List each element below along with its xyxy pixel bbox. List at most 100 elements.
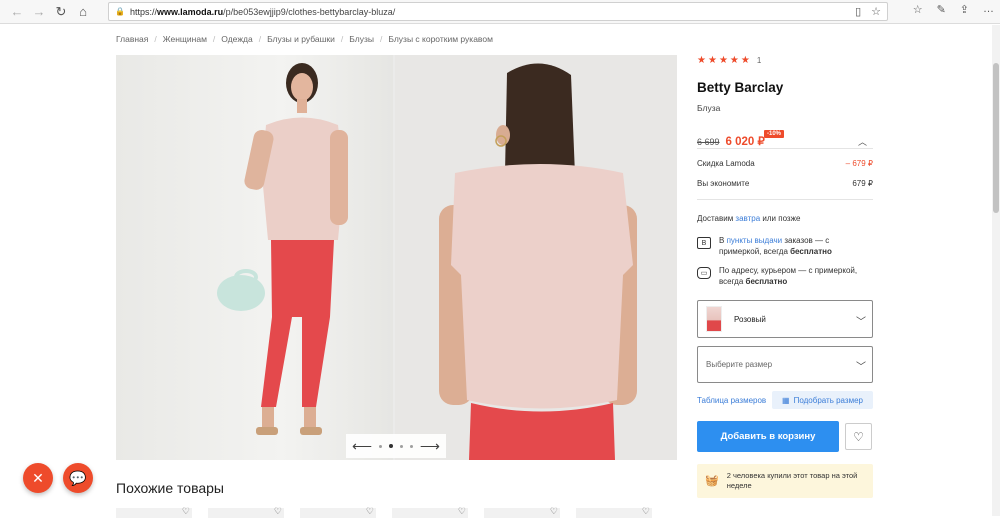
- courier-desc: По адресу, курьером — с примеркой, всегд…: [719, 266, 858, 286]
- pickup-point-icon: B: [697, 237, 711, 249]
- heart-icon[interactable]: ♡: [274, 506, 282, 517]
- bookmark-star-icon[interactable]: ☆: [871, 5, 881, 18]
- gallery-navigation: ⟵ ⟶: [346, 434, 446, 458]
- close-widget-button[interactable]: ✕: [23, 463, 53, 493]
- product-type: Блуза: [697, 103, 721, 113]
- product-gallery: ⟵ ⟶: [116, 55, 677, 460]
- chat-widget-button[interactable]: 💬: [63, 463, 93, 493]
- size-table-link[interactable]: Таблица размеров: [697, 396, 766, 405]
- share-icon[interactable]: ⇪: [960, 3, 969, 16]
- heart-icon[interactable]: ♡: [366, 506, 374, 517]
- similar-product-card[interactable]: ♡: [576, 506, 652, 518]
- url-scheme: https://: [129, 6, 157, 17]
- savings-label: Вы экономите: [697, 179, 750, 188]
- url-domain: www.lamoda.ru: [156, 6, 224, 17]
- pickup-delivery-option: B В пункты выдачи заказов — с примеркой,…: [697, 235, 873, 257]
- heart-icon[interactable]: ♡: [458, 506, 466, 517]
- url-path: /p/be053ewjjip9/clothes-bettybarclay-blu…: [223, 6, 396, 17]
- star-icon: ★: [740, 55, 750, 66]
- heart-icon[interactable]: ♡: [550, 506, 558, 517]
- price-row: 6 699 6 020 ₽: [697, 134, 765, 148]
- savings-value: 679 ₽: [852, 179, 873, 188]
- fit-size-label: Подобрать размер: [793, 395, 863, 405]
- home-icon[interactable]: ⌂: [72, 1, 94, 23]
- chevron-up-icon[interactable]: ︿: [858, 135, 867, 148]
- gallery-next-arrow-icon[interactable]: ⟶: [420, 438, 440, 455]
- similar-product-card[interactable]: ♡: [116, 506, 192, 518]
- size-placeholder: Выберите размер: [706, 360, 773, 369]
- forward-arrow-icon[interactable]: →: [28, 1, 50, 23]
- gallery-dot[interactable]: [400, 444, 403, 448]
- chevron-down-icon: ﹀: [856, 317, 866, 328]
- chat-icon: 💬: [69, 469, 87, 486]
- pickup-free: бесплатно: [790, 247, 832, 256]
- favorites-icon[interactable]: ☆: [913, 3, 923, 16]
- similar-product-card[interactable]: ♡: [484, 506, 560, 518]
- similar-products-title: Похожие товары: [116, 480, 224, 496]
- chevron-down-icon: ﹀: [856, 362, 866, 373]
- car-icon: ▭: [697, 267, 711, 279]
- gallery-dot-active[interactable]: [389, 444, 393, 448]
- product-photo-front[interactable]: [116, 55, 393, 460]
- similar-product-card[interactable]: ♡: [392, 506, 468, 518]
- pickup-points-link[interactable]: пункты выдачи: [727, 236, 783, 245]
- lock-icon: 🔒: [115, 7, 125, 16]
- pickup-text: В пункты выдачи заказов — с примеркой, в…: [719, 235, 873, 257]
- page-scrollbar[interactable]: [992, 25, 1000, 516]
- gallery-dot[interactable]: [379, 444, 382, 448]
- old-price: 6 699: [697, 137, 720, 147]
- color-thumbnail: [706, 306, 722, 332]
- star-icon: ★: [729, 55, 739, 66]
- gallery-dot[interactable]: [410, 444, 413, 448]
- star-icon: ★: [718, 55, 728, 66]
- product-brand[interactable]: Betty Barclay: [697, 80, 783, 95]
- breadcrumb-separator: /: [379, 34, 383, 44]
- breadcrumb-separator: /: [154, 34, 157, 44]
- divider: [697, 148, 873, 149]
- pickup-prefix: В: [719, 236, 727, 245]
- delivery-heading: Доставим завтра или позже: [697, 214, 800, 223]
- color-value: Розовый: [734, 314, 766, 324]
- breadcrumb-separator: /: [340, 34, 344, 44]
- breadcrumb-clothing[interactable]: Одежда: [221, 34, 252, 44]
- discount-line: Скидка Lamoda – 679 ₽: [697, 159, 873, 168]
- browser-toolbar: ← → ↻ ⌂ 🔒 https:// www.lamoda.ru /p/be05…: [0, 0, 1000, 24]
- product-rating[interactable]: ★ ★ ★ ★ ★ 1: [697, 55, 761, 66]
- similar-product-card[interactable]: ♡: [208, 506, 284, 518]
- similar-product-card[interactable]: ♡: [300, 506, 376, 518]
- breadcrumb-separator: /: [258, 34, 262, 44]
- similar-products-row: ♡ ♡ ♡ ♡ ♡ ♡: [116, 506, 652, 518]
- rating-count: 1: [756, 56, 762, 65]
- pen-icon[interactable]: ✎: [937, 3, 946, 16]
- product-photo-back[interactable]: [395, 55, 677, 460]
- size-select[interactable]: Выберите размер ﹀: [697, 346, 873, 383]
- reading-view-icon[interactable]: ▯: [855, 5, 861, 18]
- breadcrumb-short-sleeve[interactable]: Блузы с коротким рукавом: [388, 34, 493, 44]
- gallery-prev-arrow-icon[interactable]: ⟵: [352, 438, 372, 455]
- current-price: 6 020 ₽: [725, 136, 765, 148]
- breadcrumb-home[interactable]: Главная: [116, 34, 148, 44]
- back-arrow-icon[interactable]: ←: [6, 1, 28, 23]
- heart-icon[interactable]: ♡: [182, 506, 190, 517]
- fit-size-button[interactable]: ▦ Подобрать размер: [772, 391, 873, 409]
- color-select[interactable]: Розовый ﹀: [697, 300, 873, 338]
- address-bar[interactable]: 🔒 https:// www.lamoda.ru /p/be053ewjjip9…: [108, 2, 888, 21]
- basket-icon: 🧺: [705, 475, 719, 487]
- delivery-date-link[interactable]: завтра: [735, 214, 760, 223]
- purchase-notice: 🧺 2 человека купили этот товар на этой н…: [697, 464, 873, 498]
- breadcrumb-women[interactable]: Женщинам: [163, 34, 207, 44]
- more-icon[interactable]: …: [983, 3, 994, 16]
- star-icon: ★: [707, 55, 717, 66]
- scrollbar-thumb[interactable]: [993, 63, 999, 213]
- close-icon: ✕: [32, 469, 44, 486]
- reload-icon[interactable]: ↻: [50, 1, 72, 23]
- breadcrumb-blouses-shirts[interactable]: Блузы и рубашки: [267, 34, 335, 44]
- add-to-cart-button[interactable]: Добавить в корзину: [697, 421, 839, 452]
- heart-icon[interactable]: ♡: [642, 506, 650, 517]
- breadcrumb-blouses[interactable]: Блузы: [349, 34, 374, 44]
- discount-value: – 679 ₽: [845, 159, 873, 168]
- add-to-favorites-button[interactable]: ♡: [845, 423, 872, 450]
- breadcrumb-separator: /: [212, 34, 216, 44]
- purchase-notice-text: 2 человека купили этот товар на этой нед…: [726, 471, 858, 490]
- discount-label: Скидка Lamoda: [697, 159, 755, 168]
